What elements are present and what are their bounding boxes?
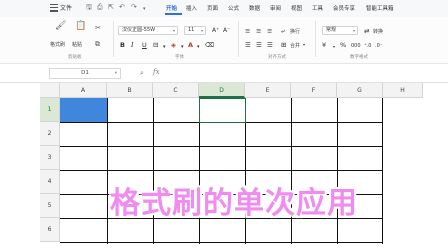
tab-home[interactable]: 开始: [166, 4, 177, 12]
bold-button[interactable]: B: [120, 41, 125, 49]
format-painter-icon[interactable]: 🖌: [55, 21, 66, 31]
paste-button[interactable]: 粘贴: [72, 41, 82, 48]
hamburger-menu-icon[interactable]: [50, 4, 58, 12]
clipboard-group-label: 剪贴板: [68, 55, 82, 60]
merge-icon[interactable]: ⊞: [281, 41, 286, 49]
font-color-dropdown-icon[interactable]: ▾: [197, 43, 200, 51]
percent-button[interactable]: %: [340, 41, 346, 49]
alignment-group-label: 对齐方式: [268, 55, 286, 60]
file-menu[interactable]: 文件: [60, 3, 72, 12]
paste-icon[interactable]: 📋: [75, 21, 86, 31]
merge-button[interactable]: 合并: [290, 42, 300, 49]
fill-dropdown-icon[interactable]: ▾: [181, 43, 184, 51]
copy-icon[interactable]: ⧉: [95, 39, 100, 49]
clear-format-icon[interactable]: ⌫: [205, 41, 214, 49]
align-right-icon[interactable]: ☰: [267, 41, 273, 49]
merge-dropdown-icon[interactable]: ▾: [303, 42, 305, 47]
row-header-1[interactable]: 1: [40, 98, 60, 122]
font-color-button[interactable]: A: [188, 41, 193, 49]
font-size-select[interactable]: 11 ▾: [184, 26, 206, 35]
video-caption: 格式刷的单次应用: [110, 186, 358, 221]
export-icon[interactable]: ⇱: [108, 3, 114, 12]
column-header-b[interactable]: B: [107, 83, 153, 98]
convert-icon[interactable]: ⇄: [364, 27, 369, 35]
border-dropdown-icon[interactable]: ▾: [163, 43, 166, 51]
row-header-5[interactable]: 5: [40, 194, 60, 218]
currency-icon[interactable]: ¥: [322, 41, 326, 49]
title-menu-bar: 文件 🖫 ⎙ ⇱ ↶ ↷ ▾ 开始 插入 页面 公式 数据 审阅 视图 工具 会…: [0, 0, 448, 17]
column-header-h[interactable]: H: [383, 83, 423, 98]
cell-a1[interactable]: [60, 98, 107, 122]
tab-member[interactable]: 会员专享: [333, 4, 355, 12]
row-header-6[interactable]: 6: [40, 218, 60, 242]
tab-tools[interactable]: 工具: [312, 4, 323, 12]
align-middle-icon[interactable]: ≡: [256, 27, 261, 35]
underline-button[interactable]: U: [142, 41, 147, 49]
strikethrough-button[interactable]: ⊟: [153, 41, 158, 49]
column-header-a[interactable]: A: [60, 83, 107, 98]
font-name-select[interactable]: 汉仪正圆-55W ▾: [118, 26, 178, 35]
convert-button[interactable]: 转换: [373, 28, 383, 35]
print-icon[interactable]: ⎙: [97, 3, 103, 12]
align-bottom-icon[interactable]: ≡: [267, 27, 272, 35]
font-group-label: 字体: [175, 55, 184, 60]
number-group-label: 数字格式: [350, 55, 368, 60]
currency-dropdown-icon[interactable]: ▾: [333, 43, 335, 51]
redo-icon[interactable]: ↷: [131, 3, 137, 12]
increase-font-icon[interactable]: A⁺: [212, 27, 219, 35]
undo-icon[interactable]: ↶: [119, 3, 125, 12]
tab-page[interactable]: 页面: [207, 4, 218, 12]
row-header-2[interactable]: 2: [40, 122, 60, 146]
row-header-3[interactable]: 3: [40, 146, 60, 170]
column-header-f[interactable]: F: [291, 83, 337, 98]
align-center-icon[interactable]: ☰: [256, 41, 262, 49]
tab-formulas[interactable]: 公式: [228, 4, 239, 12]
tab-insert[interactable]: 插入: [186, 4, 197, 12]
align-top-icon[interactable]: ≡: [245, 27, 250, 35]
cell-d1-active[interactable]: [199, 98, 246, 123]
ribbon-divider: [238, 21, 239, 57]
row-header-4[interactable]: 4: [40, 170, 60, 194]
fill-color-icon[interactable]: ◈: [171, 41, 176, 49]
number-format-select[interactable]: 常规 ▾: [322, 26, 358, 35]
increase-decimal-icon[interactable]: ⁺.0: [364, 42, 371, 50]
name-box[interactable]: D1 ▾: [49, 68, 121, 79]
tab-review[interactable]: 审阅: [270, 4, 281, 12]
thousands-button[interactable]: 000: [351, 42, 361, 50]
save-icon[interactable]: 🖫: [86, 3, 92, 12]
decrease-decimal-icon[interactable]: .0⁻: [375, 42, 382, 50]
column-header-g[interactable]: G: [337, 83, 383, 98]
ribbon-divider: [315, 21, 316, 57]
tab-view[interactable]: 视图: [291, 4, 302, 12]
column-header-c[interactable]: C: [153, 83, 199, 98]
decrease-font-icon[interactable]: A⁻: [223, 27, 230, 35]
tab-data[interactable]: 数据: [249, 4, 260, 12]
tab-smart-toolbox[interactable]: 智能工具箱: [366, 4, 394, 12]
wrap-text-icon[interactable]: ⤶: [281, 27, 285, 35]
wrap-text-button[interactable]: 换行: [290, 28, 300, 35]
column-header-e[interactable]: E: [245, 83, 291, 98]
zoom-icon[interactable]: ⌕: [140, 69, 144, 78]
formula-bar: D1 ▾ ⌕ fx: [0, 64, 448, 83]
quick-access-dropdown-icon[interactable]: ▾: [143, 5, 146, 14]
italic-button[interactable]: I: [131, 41, 134, 49]
select-all-corner[interactable]: [40, 83, 60, 98]
cut-icon[interactable]: ✂: [95, 23, 101, 33]
active-tab-indicator: [165, 13, 182, 15]
ribbon-divider: [113, 21, 114, 57]
align-left-icon[interactable]: ☰: [245, 41, 251, 49]
format-painter-button[interactable]: 格式刷: [50, 41, 65, 48]
ribbon-toolbar: 🖌 格式刷 📋 粘贴 ✂ ⧉ 剪贴板 汉仪正圆-55W ▾ 11 ▾ A⁺ A⁻ B…: [0, 17, 448, 64]
column-header-d[interactable]: D: [199, 83, 245, 98]
spreadsheet-grid: A B C D E F G H 1 2 3 4 5 6: [40, 83, 448, 252]
fx-button[interactable]: fx: [153, 68, 160, 76]
